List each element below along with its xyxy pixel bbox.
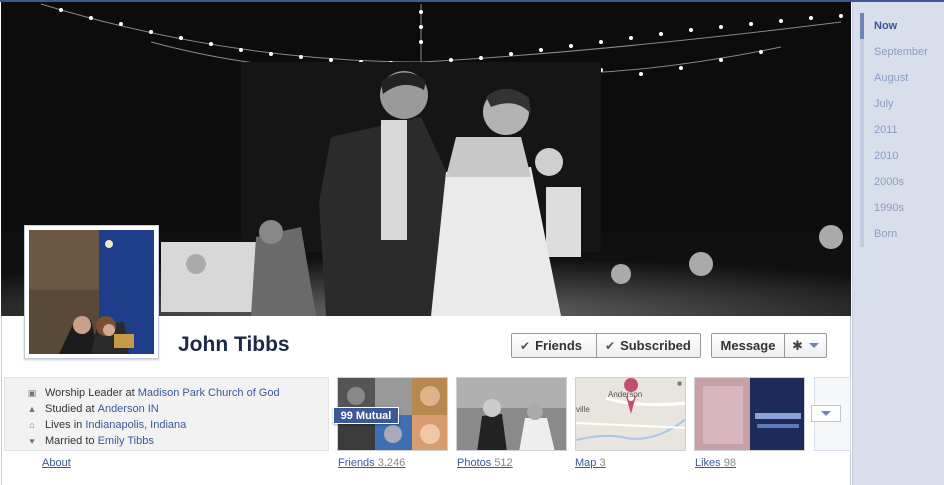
profile-info-box: ▣ Worship Leader at Madison Park Church … <box>4 377 329 451</box>
info-lives: ⌂ Lives in Indianapolis, Indiana <box>27 417 328 433</box>
map-place-label-2: ville <box>576 405 590 414</box>
info-married-prefix: Married to <box>45 435 95 447</box>
info-lives-prefix: Lives in <box>45 419 83 431</box>
likes-tile[interactable] <box>694 377 805 451</box>
timeline-item-born[interactable]: Born <box>860 221 944 247</box>
chevron-down-icon <box>808 343 819 348</box>
map-app-name: Map <box>575 457 597 469</box>
map-place-label: Anderson <box>608 390 643 399</box>
settings-dropdown-button[interactable]: ✱ <box>784 333 827 358</box>
heart-icon: ♥ <box>29 436 35 446</box>
profile-picture[interactable] <box>24 225 159 359</box>
timeline-nav: Now September August July 2011 2010 2000… <box>852 2 944 485</box>
house-icon: ⌂ <box>29 420 35 430</box>
info-work-prefix: Worship Leader at <box>45 387 135 399</box>
message-button-label: Message <box>720 338 776 353</box>
photos-tile[interactable] <box>456 377 567 451</box>
map-tile[interactable]: Anderson ville ■ <box>575 377 686 451</box>
check-icon: ✔ <box>520 338 531 353</box>
info-married-link[interactable]: Emily Tibbs <box>98 435 154 447</box>
timeline-nav-list: Now September August July 2011 2010 2000… <box>853 13 944 247</box>
info-study: ▲ Studied at Anderson IN <box>27 401 328 417</box>
info-study-link[interactable]: Anderson IN <box>98 403 159 415</box>
message-button[interactable]: Message <box>711 333 785 358</box>
map-close-icon[interactable]: ■ <box>677 379 682 388</box>
graduation-icon: ▲ <box>27 404 37 414</box>
map-app-count: 3 <box>599 457 606 469</box>
timeline-item-2000s[interactable]: 2000s <box>860 169 944 195</box>
timeline-item-now[interactable]: Now <box>860 13 944 39</box>
photos-app-label[interactable]: Photos 512 <box>457 457 513 469</box>
timeline-item-september[interactable]: September <box>860 39 944 65</box>
likes-app-count: 98 <box>723 457 736 469</box>
mutual-friends-badge[interactable]: 99 Mutual <box>333 407 399 424</box>
timeline-item-1990s[interactable]: 1990s <box>860 195 944 221</box>
subscribed-button[interactable]: ✔ Subscribed <box>596 333 701 358</box>
friends-app-label[interactable]: Friends 3,246 <box>338 457 405 469</box>
gear-icon: ✱ <box>792 337 803 353</box>
more-apps-dropdown[interactable] <box>811 405 841 422</box>
timeline-item-august[interactable]: August <box>860 65 944 91</box>
timeline-item-2010[interactable]: 2010 <box>860 143 944 169</box>
friends-button-label: Friends <box>535 338 583 353</box>
info-work-link[interactable]: Madison Park Church of God <box>138 387 280 399</box>
briefcase-icon: ▣ <box>27 387 37 398</box>
friends-button[interactable]: ✔ Friends <box>511 333 597 358</box>
info-married: ♥ Married to Emily Tibbs <box>27 433 328 449</box>
timeline-item-july[interactable]: July <box>860 91 944 117</box>
chevron-down-icon <box>821 411 831 416</box>
photos-app-name: Photos <box>457 457 492 469</box>
check-icon: ✔ <box>605 338 616 353</box>
about-link[interactable]: About <box>42 457 71 469</box>
friends-app-name: Friends <box>338 457 375 469</box>
subscribed-button-label: Subscribed <box>620 338 691 353</box>
info-study-prefix: Studied at <box>45 403 95 415</box>
info-lives-link[interactable]: Indianapolis, Indiana <box>85 419 186 431</box>
likes-app-label[interactable]: Likes 98 <box>695 457 736 469</box>
profile-name: John Tibbs <box>178 333 290 356</box>
timeline-item-2011[interactable]: 2011 <box>860 117 944 143</box>
friends-app-count: 3,246 <box>377 457 406 469</box>
photos-app-count: 512 <box>494 457 513 469</box>
map-app-label[interactable]: Map 3 <box>575 457 606 469</box>
info-work: ▣ Worship Leader at Madison Park Church … <box>27 385 328 401</box>
likes-app-name: Likes <box>695 457 721 469</box>
